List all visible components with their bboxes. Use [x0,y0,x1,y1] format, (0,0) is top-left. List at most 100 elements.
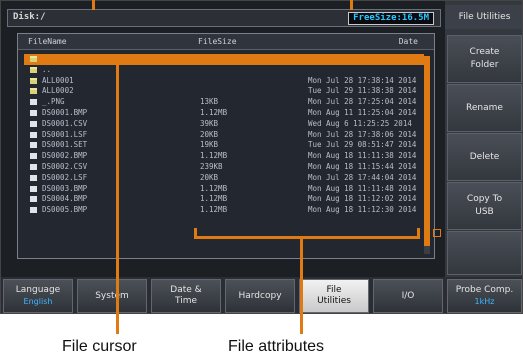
probe-comp-button[interactable]: Probe Comp. 1kHz [447,279,522,313]
file-utilities-button[interactable]: File Utilities [299,279,369,313]
file-icon [30,142,37,149]
file-size: 13KB [200,97,219,107]
folder-icon [30,66,37,73]
file-date: Tue Jul 29 11:38:38 2014 [308,86,417,96]
io-button[interactable]: I/O [373,279,443,313]
file-icon [30,163,37,170]
top-callout-line-right [350,0,353,10]
file-size: 1.12MB [200,107,228,117]
column-filesize: FileSize [198,37,237,46]
file-name: ALL0001 [42,75,74,85]
file-date: Mon Jul 28 17:38:06 2014 [308,129,417,139]
file-row[interactable]: DS0005.BMP 1.12MB Mon Aug 18 11:12:30 2014 [24,205,424,216]
top-callout-line-left [92,0,95,10]
file-size: 1.12MB [200,151,228,161]
file-icon [30,174,37,181]
side-menu: File Utilities Create Folder Rename Dele… [445,1,522,277]
rename-button[interactable]: Rename [447,84,522,132]
file-row[interactable]: ALL0001 Mon Jul 28 17:38:14 2014 [24,76,424,87]
file-row[interactable]: DS0001.CSV 39KB Wed Aug 6 11:25:25 2014 [24,119,424,130]
file-date: Mon Aug 11 11:25:04 2014 [308,107,417,117]
probe-comp-label: Probe Comp. [455,285,514,295]
file-attributes-callout-line [300,236,303,334]
system-button[interactable]: System [77,279,147,313]
file-date: Mon Jul 28 17:25:04 2014 [308,97,417,107]
file-name: _.PNG [42,97,65,107]
scrollbar[interactable] [424,56,430,254]
file-size: 19KB [200,140,219,150]
hardcopy-button[interactable]: Hardcopy [225,279,295,313]
side-menu-title: File Utilities [445,5,522,29]
file-name: .. [42,64,52,74]
folder-icon [30,88,37,95]
path-bar: Disk:/ FreeSize:16.5M [7,9,441,27]
list-end-indicator [433,229,441,237]
file-row[interactable]: DS0001.LSF 20KB Mon Jul 28 17:38:06 2014 [24,130,424,141]
file-date: Tue Jul 29 08:51:47 2014 [308,140,417,150]
free-size-indicator: FreeSize:16.5M [348,12,434,25]
column-date: Date [398,37,418,46]
delete-button[interactable]: Delete [447,133,522,181]
file-row[interactable]: DS0003.BMP 1.12MB Mon Aug 18 11:11:48 2014 [24,184,424,195]
file-row[interactable]: .. [24,65,424,76]
file-icon [30,207,37,214]
folder-icon [30,56,37,62]
file-icon [30,131,37,138]
file-icon [30,109,37,116]
file-attributes-annotation: File attributes [228,338,325,355]
file-size: 1.12MB [200,194,228,204]
file-name: DS0003.BMP [42,183,88,193]
file-row[interactable]: DS0002.CSV 239KB Mon Aug 18 11:15:44 2014 [24,162,424,173]
file-row[interactable]: DS0002.BMP 1.12MB Mon Aug 18 11:11:38 2014 [24,151,424,162]
file-utilities-label: File Utilities [317,285,351,306]
file-row[interactable]: DS0004.BMP 1.12MB Mon Aug 18 11:12:02 2014 [24,194,424,205]
empty-side-button[interactable] [447,231,522,275]
file-attributes-bracket-right [417,228,420,238]
scrollbar-thumb[interactable] [424,56,430,246]
file-row[interactable]: DS0001.BMP 1.12MB Mon Aug 11 11:25:04 2014 [24,108,424,119]
io-label: I/O [401,290,415,301]
file-row[interactable]: DS0002.LSF 20KB Mon Jul 28 17:44:04 2014 [24,173,424,184]
file-date: Mon Aug 18 11:15:44 2014 [308,161,417,171]
file-name: DS0001.CSV [42,118,88,128]
file-name: DS0001.LSF [42,129,88,139]
file-name: DS0005.BMP [42,205,88,215]
file-icon [30,120,37,127]
file-date: Mon Aug 18 11:12:02 2014 [308,194,417,204]
file-size: 239KB [200,161,223,171]
language-button[interactable]: Language English [3,279,73,313]
file-name: DS0002.CSV [42,161,88,171]
current-path: Disk:/ [13,12,46,22]
file-cursor-annotation: File cursor [62,338,137,355]
file-name: DS0002.LSF [42,172,88,182]
file-name: ALL0002 [42,86,74,96]
file-name: DS0001.SET [42,140,88,150]
file-size: 39KB [200,118,219,128]
file-name: DS0002.BMP [42,151,88,161]
file-row[interactable]: ALL0002 Tue Jul 29 11:38:38 2014 [24,86,424,97]
hardcopy-label: Hardcopy [238,290,282,301]
date-time-button[interactable]: Date & Time [151,279,221,313]
file-cursor-callout-line [116,62,119,334]
file-date: Mon Jul 28 17:38:14 2014 [308,75,417,85]
oscilloscope-screen: Disk:/ FreeSize:16.5M FileName FileSize … [0,0,523,314]
bottom-menu: Language English System Date & Time Hard… [1,277,522,313]
file-browser[interactable]: FileName FileSize Date .. ALL0001 Mon Jul … [17,33,435,259]
file-list[interactable]: .. ALL0001 Mon Jul 28 17:38:14 2014 ALL0002… [24,54,424,216]
file-row[interactable]: DS0001.SET 19KB Tue Jul 29 08:51:47 2014 [24,140,424,151]
file-row[interactable]: _.PNG 13KB Mon Jul 28 17:25:04 2014 [24,97,424,108]
file-date: Mon Aug 18 11:11:38 2014 [308,151,417,161]
column-header: FileName FileSize Date [18,34,434,50]
create-folder-button[interactable]: Create Folder [447,35,522,83]
file-icon [30,153,37,160]
file-icon [30,99,37,106]
file-cursor-row[interactable] [24,54,424,65]
file-icon [30,196,37,203]
copy-to-usb-button[interactable]: Copy To USB [447,182,522,230]
file-name: DS0004.BMP [42,194,88,204]
probe-comp-value: 1kHz [474,297,495,306]
file-size: 1.12MB [200,205,228,215]
file-date: Wed Aug 6 11:25:25 2014 [308,118,412,128]
file-date: Mon Aug 18 11:12:30 2014 [308,205,417,215]
file-attributes-bracket [194,236,420,239]
